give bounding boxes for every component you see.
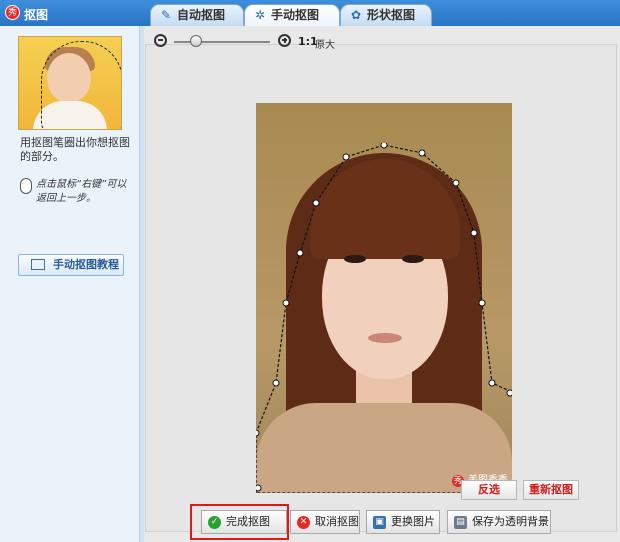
app-logo-icon: 秀 [5,5,20,20]
zoom-out-icon[interactable] [154,34,167,47]
image-icon: ▣ [373,516,386,529]
zoom-slider-thumb[interactable] [190,35,202,47]
replace-label: 更换图片 [391,515,435,528]
redo-cutout-button[interactable]: 重新抠图 [523,480,579,500]
cancel-label: 取消抠图 [315,515,359,528]
tab-label: 手动抠图 [271,8,320,22]
save-transparent-button[interactable]: ▤ 保存为透明背景 [447,510,551,534]
invert-button[interactable]: 反选 [461,480,517,500]
save-transparent-label: 保存为透明背景 [472,515,549,528]
tab-manual-cutout[interactable]: ✲ 手动抠图 [244,4,340,27]
tab-auto-cutout[interactable]: ✎ 自动抠图 [150,4,244,26]
zoom-in-icon[interactable] [278,34,291,47]
zoom-slider[interactable] [174,41,270,43]
close-icon: ✕ [297,516,310,529]
replace-image-button[interactable]: ▣ 更换图片 [366,510,440,534]
tutorial-button-label: 手动抠图教程 [53,258,119,271]
photo[interactable]: 秀 美图秀秀 [256,103,512,493]
tab-label: 形状抠图 [367,8,416,22]
cutout-path[interactable] [256,143,512,493]
sidebar: 用抠图笔圈出你想抠图的部分。 点击鼠标“右键”可以返回上一步。 手动抠图教程 [0,26,140,542]
mouse-hint: 点击鼠标“右键”可以返回上一步。 [36,179,127,204]
tab-label: 自动抠图 [177,8,226,22]
editor-area: 秀 美图秀秀 1:1 原大 反选 重新抠图 ✓ 完成抠图 ✕ 取消抠图 ▣ 更换… [144,26,620,542]
sidebar-hint: 用抠图笔圈出你想抠图的部分。 [20,136,130,163]
window-title: 抠图 [24,8,49,22]
example-thumbnail [18,36,122,130]
book-icon [31,259,45,270]
tab-shape-cutout[interactable]: ✿ 形状抠图 [340,4,432,26]
zoom-bar: 1:1 原大 [144,26,620,54]
brush-icon: ✎ [160,8,172,22]
tutorial-button[interactable]: 手动抠图教程 [18,254,124,276]
mouse-icon [20,178,32,194]
shape-icon: ✿ [350,8,362,22]
gear-icon: ✲ [254,8,266,22]
save-icon: ▤ [454,516,467,529]
cancel-cutout-button[interactable]: ✕ 取消抠图 [290,510,360,534]
original-size-label[interactable]: 原大 [315,36,335,51]
done-button-highlight [190,504,289,540]
canvas[interactable]: 秀 美图秀秀 [145,44,617,532]
